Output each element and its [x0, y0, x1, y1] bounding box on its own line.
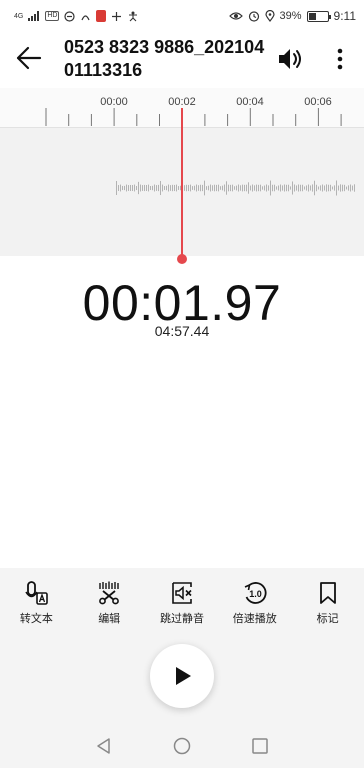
- recording-icon: [96, 10, 107, 22]
- nfc-icon: [81, 14, 91, 20]
- bookmark-button[interactable]: 标记: [291, 568, 364, 628]
- arrow-left-icon: [16, 46, 42, 70]
- circle-home-icon: [173, 737, 191, 755]
- speaker-icon: [279, 49, 301, 69]
- speech-to-text-icon: [25, 581, 49, 605]
- nav-back-button[interactable]: [94, 736, 114, 756]
- speaker-button[interactable]: [276, 44, 306, 74]
- vpn-icon: [64, 10, 76, 22]
- square-recents-icon: [252, 738, 268, 754]
- play-button[interactable]: [150, 644, 214, 708]
- more-vertical-icon: [337, 48, 343, 70]
- scissors-icon: [99, 581, 120, 605]
- bottom-panel: [0, 628, 364, 768]
- play-icon: [176, 667, 191, 685]
- nav-home-button[interactable]: [172, 736, 192, 756]
- bookmark-icon: [319, 582, 336, 604]
- status-time: 9:11: [333, 9, 356, 23]
- playback-speed-button[interactable]: 1.0 倍速播放: [218, 568, 291, 628]
- tool-label: 跳过静音: [159, 612, 204, 625]
- speech-to-text-button[interactable]: 转文本: [0, 568, 73, 628]
- recording-title: 0523 8323 9886_20210401113316: [64, 37, 265, 80]
- nav-recents-button[interactable]: [250, 736, 270, 756]
- more-options-button[interactable]: [330, 44, 350, 74]
- status-right-icons: 39% 9:11: [228, 9, 356, 23]
- tool-label: 标记: [316, 612, 339, 625]
- playhead[interactable]: [181, 108, 183, 259]
- battery-percent: 39%: [279, 10, 302, 22]
- speed-value: 1.0: [249, 589, 262, 599]
- location-icon: [264, 10, 275, 22]
- playback-speed-icon: 1.0: [244, 582, 267, 604]
- status-left-icons: 4G HD: [14, 10, 139, 22]
- tool-label: 转文本: [19, 612, 53, 625]
- data-icon: [112, 11, 122, 21]
- system-nav-bar: [0, 726, 364, 766]
- playhead-handle[interactable]: [177, 254, 187, 264]
- hd-icon: HD: [45, 11, 60, 21]
- accessibility-icon: [129, 11, 138, 21]
- back-button[interactable]: [14, 44, 46, 72]
- action-toolbar: 转文本 编辑 跳过静音 1.0 倍速播放 标记: [0, 568, 364, 628]
- tool-label: 倍速播放: [232, 612, 277, 625]
- skip-silence-icon: [172, 582, 192, 604]
- triangle-back-icon: [97, 738, 110, 754]
- signal-bars-icon: [28, 11, 40, 21]
- tool-label: 编辑: [98, 612, 121, 625]
- skip-silence-button[interactable]: 跳过静音: [146, 568, 219, 628]
- app-header: 0523 8323 9886_20210401113316: [0, 32, 364, 88]
- signal-4g-icon: 4G: [14, 12, 24, 20]
- alarm-icon: [248, 11, 259, 22]
- edit-button[interactable]: 编辑: [73, 568, 146, 628]
- status-bar: 4G HD 39% 9:11: [0, 0, 364, 32]
- battery-icon: [306, 10, 331, 22]
- eye-icon: [228, 12, 243, 20]
- total-duration: 04:57.44: [154, 323, 210, 339]
